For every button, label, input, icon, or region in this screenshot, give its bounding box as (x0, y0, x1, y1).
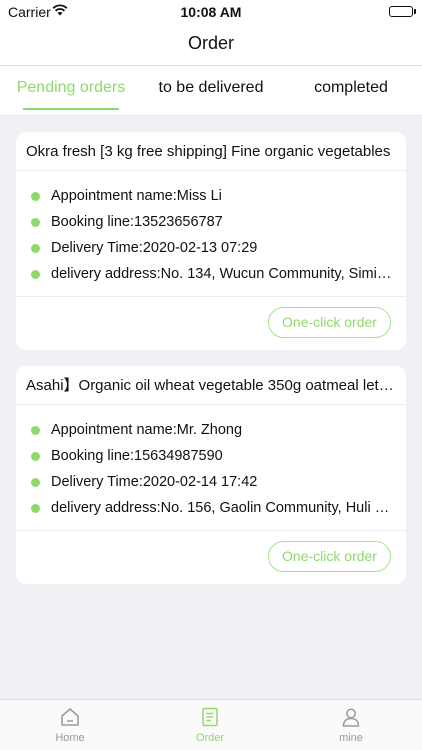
delivery-time: Delivery Time:2020-02-14 17:42 (51, 474, 258, 490)
status-bar: Carrier 10:08 AM (0, 0, 422, 24)
booking-line: Booking line:13523656787 (51, 214, 223, 230)
bullet-dot (31, 218, 40, 227)
product-title: Asahi】Organic oil wheat vegetable 350g o… (16, 366, 406, 405)
product-title: Okra fresh [3 kg free shipping] Fine org… (16, 132, 406, 171)
clock: 10:08 AM (180, 4, 242, 20)
order-card: Asahi】Organic oil wheat vegetable 350g o… (16, 366, 406, 584)
delivery-address: delivery address:No. 134, Wucun Communit… (51, 266, 406, 282)
delivery-address-row: delivery address:No. 134, Wucun Communit… (16, 261, 406, 287)
delivery-address: delivery address:No. 156, Gaolin Communi… (51, 500, 406, 516)
order-details: Appointment name:Miss Li Booking line:13… (16, 171, 406, 297)
tab-label: to be delivered (158, 79, 264, 96)
bullet-dot (31, 478, 40, 487)
home-icon (61, 708, 79, 726)
delivery-time: Delivery Time:2020-02-13 07:29 (51, 240, 258, 256)
delivery-time-row: Delivery Time:2020-02-14 17:42 (16, 469, 406, 495)
order-icon (202, 707, 218, 727)
person-icon (342, 708, 360, 727)
navigation-bar: Order (0, 24, 422, 66)
bullet-dot (31, 504, 40, 513)
booking-line-row: Booking line:13523656787 (16, 209, 406, 235)
tabbar-item-mine[interactable]: mine (281, 700, 421, 750)
delivery-address-row: delivery address:No. 156, Gaolin Communi… (16, 495, 406, 521)
appointment-name-row: Appointment name:Miss Li (16, 183, 406, 209)
order-card: Okra fresh [3 kg free shipping] Fine org… (16, 132, 406, 350)
battery-icon (389, 6, 416, 17)
booking-line: Booking line:15634987590 (51, 448, 223, 464)
delivery-time-row: Delivery Time:2020-02-13 07:29 (16, 235, 406, 261)
tab-label: completed (314, 79, 388, 96)
bullet-dot (31, 192, 40, 201)
tab-completed[interactable]: completed (281, 66, 421, 116)
tabbar-label: mine (339, 732, 363, 744)
tab-pending-orders[interactable]: Pending orders (1, 66, 141, 116)
tabbar-item-order[interactable]: Order (140, 700, 280, 750)
appointment-name-row: Appointment name:Mr. Zhong (16, 417, 406, 443)
page-title: Order (187, 33, 234, 53)
tabbar-label: Order (195, 732, 225, 744)
appointment-name: Appointment name:Miss Li (51, 188, 222, 204)
booking-line-row: Booking line:15634987590 (16, 443, 406, 469)
appointment-name: Appointment name:Mr. Zhong (51, 422, 243, 438)
bullet-dot (31, 426, 40, 435)
tab-to-be-delivered[interactable]: to be delivered (141, 66, 281, 116)
tab-label: Pending orders (16, 79, 126, 96)
tabbar-label: Home (55, 732, 85, 744)
bottom-tab-bar: Home Order mine (0, 699, 422, 750)
one-click-order-button[interactable]: One-click order (268, 541, 391, 572)
one-click-order-button[interactable]: One-click order (268, 307, 391, 338)
bullet-dot (31, 452, 40, 461)
active-tab-indicator (23, 108, 119, 110)
order-details: Appointment name:Mr. Zhong Booking line:… (16, 405, 406, 531)
bullet-dot (31, 270, 40, 279)
tabbar-item-home[interactable]: Home (0, 700, 140, 750)
order-status-tabs: Pending orders to be delivered completed (0, 66, 422, 116)
bullet-dot (31, 244, 40, 253)
